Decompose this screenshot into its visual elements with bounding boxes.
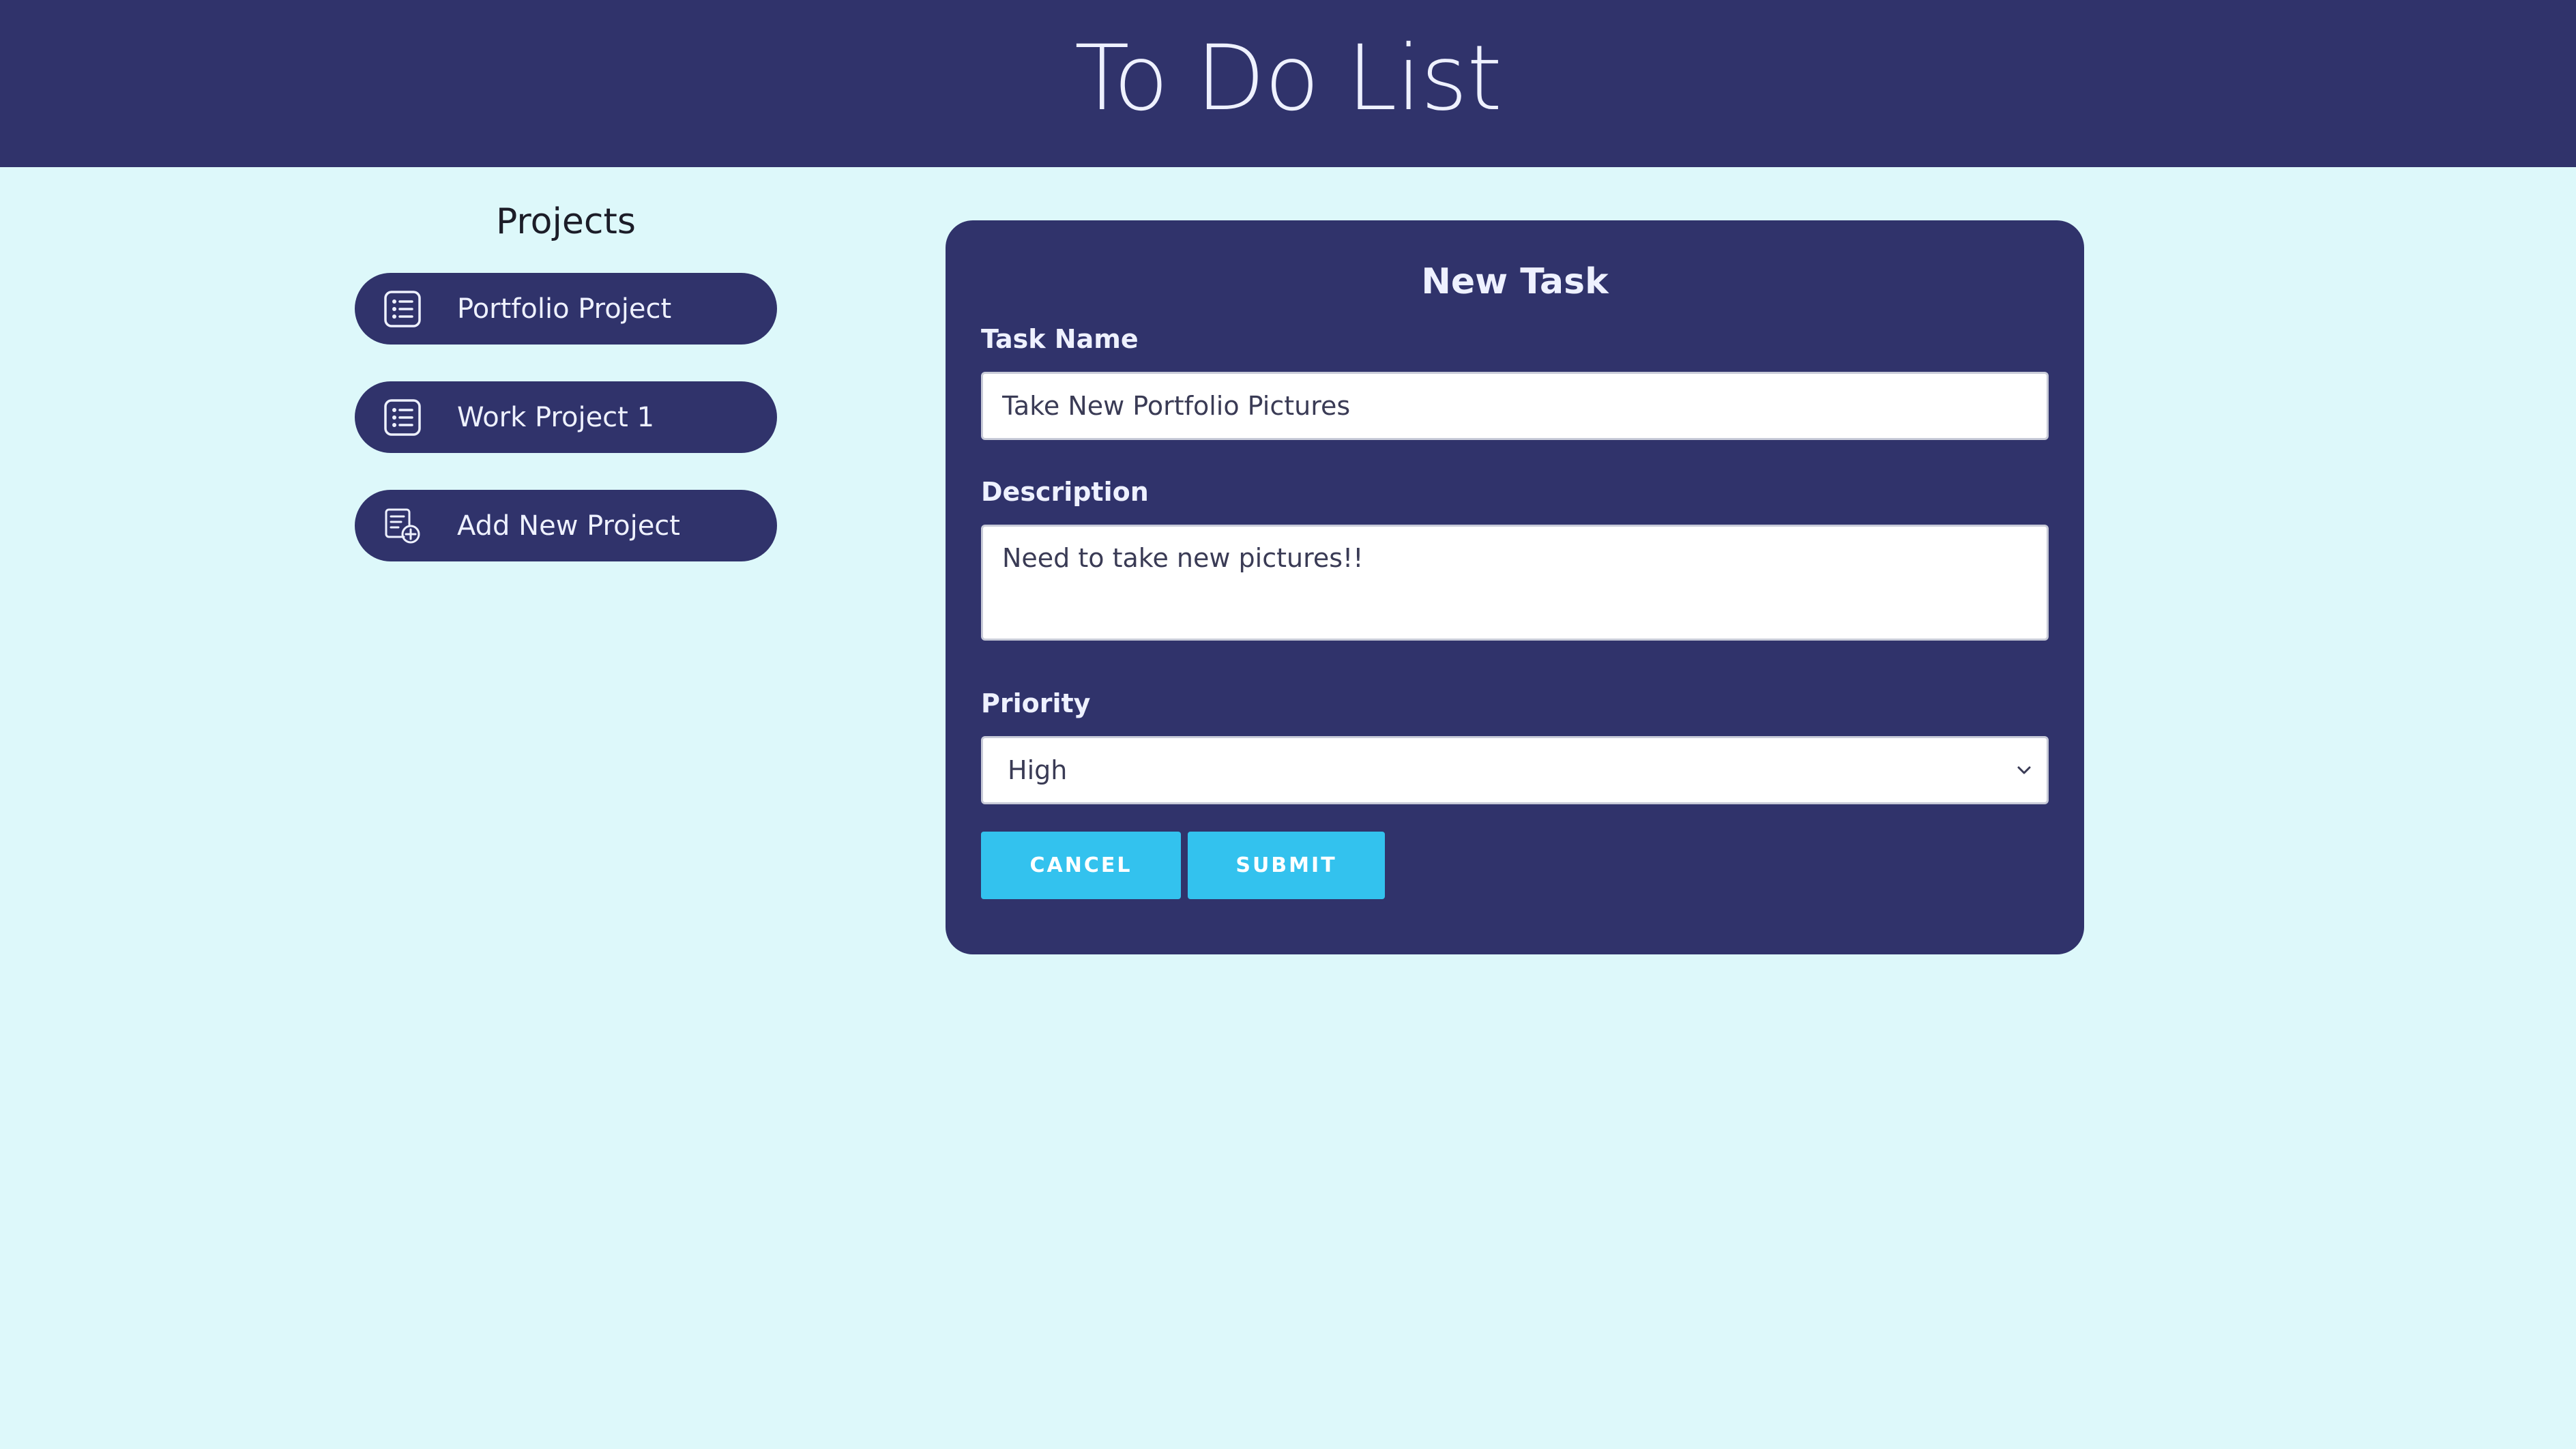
form-actions: CANCEL SUBMIT	[981, 832, 2049, 899]
new-task-panel: New Task Task Name Description Need to t…	[946, 220, 2084, 954]
project-label: Work Project 1	[457, 401, 655, 433]
projects-heading: Projects	[495, 201, 636, 242]
projects-sidebar: Projects Portfolio Project Work Project …	[355, 198, 777, 561]
project-item-work[interactable]: Work Project 1	[355, 381, 777, 453]
cancel-button[interactable]: CANCEL	[981, 832, 1181, 899]
app-title: To Do List	[1074, 25, 1502, 131]
description-label: Description	[981, 477, 1149, 507]
priority-label: Priority	[981, 688, 1091, 718]
project-label: Portfolio Project	[457, 293, 672, 325]
list-icon	[383, 398, 422, 437]
submit-button[interactable]: SUBMIT	[1188, 832, 1385, 899]
app-header: To Do List	[0, 0, 2576, 167]
project-list: Portfolio Project Work Project 1 Add New…	[355, 273, 777, 561]
task-name-input[interactable]	[981, 372, 2049, 440]
priority-select[interactable]: High	[981, 736, 2049, 804]
description-textarea[interactable]: Need to take new pictures!!	[981, 525, 2049, 641]
add-list-icon	[383, 507, 422, 545]
task-name-label: Task Name	[981, 324, 1139, 354]
priority-select-wrapper: High	[981, 736, 2049, 804]
project-label: Add New Project	[457, 510, 680, 542]
list-icon	[383, 290, 422, 328]
new-task-title: New Task	[1421, 261, 1609, 302]
add-new-project-button[interactable]: Add New Project	[355, 490, 777, 561]
project-item-portfolio[interactable]: Portfolio Project	[355, 273, 777, 345]
